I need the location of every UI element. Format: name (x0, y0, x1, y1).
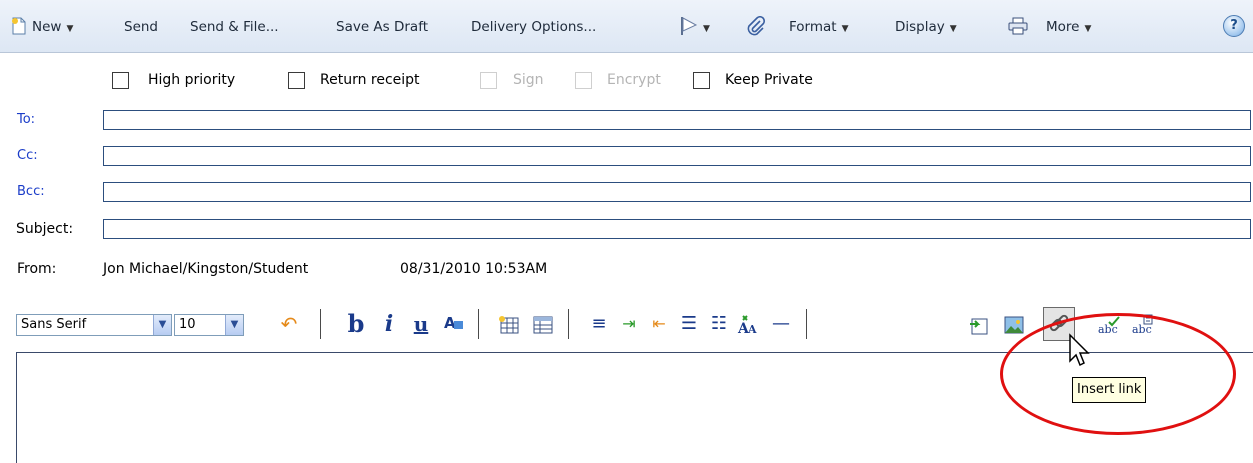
svg-text:A: A (747, 323, 757, 336)
dropdown-arrow-icon: ▼ (703, 24, 710, 34)
toolbar-separator (806, 309, 807, 339)
keep-private-label: Keep Private (725, 72, 813, 88)
more-menu[interactable]: More ▼ (1046, 16, 1091, 38)
format-menu[interactable]: Format ▼ (789, 16, 849, 38)
help-icon[interactable]: ? (1223, 15, 1245, 37)
text-color-icon[interactable]: A (442, 310, 466, 338)
to-field[interactable] (103, 110, 1251, 130)
encrypt-checkbox (575, 72, 592, 89)
outdent-icon[interactable]: ⇤ (646, 310, 672, 338)
insert-table-icon[interactable] (496, 310, 522, 338)
sign-checkbox (480, 72, 497, 89)
font-size-select[interactable]: 10 ▼ (174, 314, 244, 336)
annotation-circle (1000, 313, 1236, 435)
font-size-value: 10 (179, 317, 196, 332)
numbered-list-icon[interactable]: ☷ (706, 310, 732, 338)
bulleted-list-icon[interactable]: ☰ (676, 310, 702, 338)
more-label: More (1046, 19, 1080, 35)
chevron-down-icon[interactable]: ▼ (153, 315, 171, 335)
undo-icon[interactable]: ↶ (276, 310, 302, 338)
dropdown-arrow-icon: ▼ (949, 24, 957, 34)
toolbar-separator (568, 309, 569, 339)
table-properties-icon[interactable] (530, 310, 556, 338)
font-family-select[interactable]: Sans Serif ▼ (16, 314, 172, 336)
bcc-label[interactable]: Bcc: (17, 181, 45, 203)
toolbar-separator (478, 309, 479, 339)
follow-up-button[interactable]: ▼ (680, 16, 710, 38)
subject-field[interactable] (103, 219, 1251, 239)
new-label: New (32, 19, 62, 35)
toolbar-separator (320, 309, 321, 339)
bold-icon[interactable]: b (345, 310, 367, 338)
high-priority-checkbox[interactable] (112, 72, 129, 89)
save-as-draft-button[interactable]: Save As Draft (336, 16, 428, 38)
display-menu[interactable]: Display ▼ (895, 16, 957, 38)
insert-object-icon[interactable] (966, 310, 992, 338)
dropdown-arrow-icon: ▼ (1084, 24, 1092, 34)
underline-icon[interactable]: u (410, 310, 432, 338)
send-and-file-button[interactable]: Send & File... (190, 16, 279, 38)
print-button[interactable] (1008, 16, 1028, 38)
align-icon[interactable]: ≡ (586, 310, 612, 338)
top-toolbar: New ▼ Send Send & File... Save As Draft D… (0, 0, 1253, 53)
cc-label[interactable]: Cc: (17, 145, 38, 167)
italic-icon[interactable]: i (378, 310, 400, 338)
printer-icon (1008, 17, 1028, 35)
cc-field[interactable] (103, 146, 1251, 166)
send-button[interactable]: Send (124, 16, 158, 38)
delivery-options-button[interactable]: Delivery Options... (471, 16, 596, 38)
bcc-field[interactable] (103, 182, 1251, 202)
display-label: Display (895, 19, 945, 35)
to-label[interactable]: To: (17, 109, 35, 131)
chevron-down-icon[interactable]: ▼ (225, 315, 243, 335)
high-priority-label: High priority (148, 72, 236, 88)
encrypt-label: Encrypt (607, 72, 661, 88)
attach-button[interactable] (746, 15, 766, 38)
from-name: Jon Michael/Kingston/Student (103, 261, 309, 277)
return-receipt-checkbox[interactable] (288, 72, 305, 89)
flag-icon (681, 17, 698, 35)
text-size-icon[interactable]: AA (736, 310, 762, 338)
insert-image-icon[interactable] (1001, 310, 1027, 338)
keep-private-checkbox[interactable] (693, 72, 710, 89)
font-family-value: Sans Serif (21, 317, 87, 332)
indent-icon[interactable]: ⇥ (616, 310, 642, 338)
dropdown-arrow-icon: ▼ (841, 24, 849, 34)
horizontal-rule-icon[interactable]: — (768, 310, 794, 338)
dropdown-arrow-icon: ▼ (66, 24, 74, 34)
sign-label: Sign (513, 72, 544, 88)
return-receipt-label: Return receipt (320, 72, 420, 88)
subject-label: Subject: (16, 221, 74, 237)
from-label: From: (17, 261, 57, 277)
new-document-icon (12, 17, 26, 35)
new-button[interactable]: New ▼ (10, 16, 73, 38)
format-label: Format (789, 19, 837, 35)
paperclip-icon (747, 15, 766, 36)
from-datetime: 08/31/2010 10:53AM (400, 261, 548, 277)
